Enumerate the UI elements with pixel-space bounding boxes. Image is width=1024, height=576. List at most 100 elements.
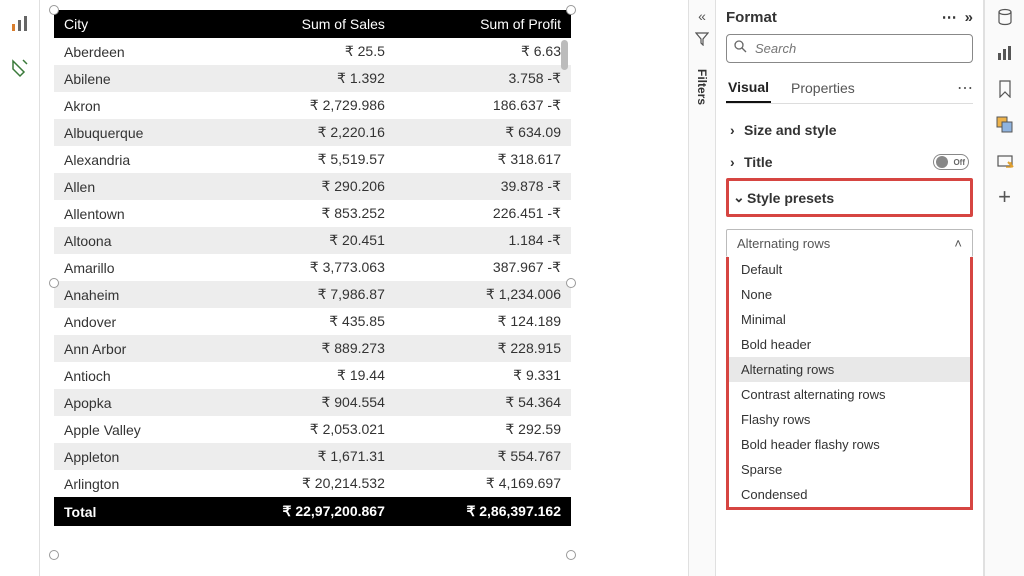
column-header[interactable]: Sum of Sales (207, 10, 395, 38)
table-row[interactable]: Akron₹ 2,729.986186.637 -₹ (54, 92, 571, 119)
data-pane-icon[interactable] (994, 6, 1016, 28)
tab-visual[interactable]: Visual (726, 73, 771, 103)
table-cell: Antioch (54, 362, 207, 389)
tab-properties[interactable]: Properties (789, 74, 857, 102)
preset-option[interactable]: Alternating rows (729, 357, 970, 382)
bookmarks-pane-icon[interactable] (994, 78, 1016, 100)
table-cell: Altoona (54, 227, 207, 254)
section-label: Title (744, 154, 773, 170)
table-row[interactable]: Ann Arbor₹ 889.273₹ 228.915 (54, 335, 571, 362)
table-row[interactable]: Altoona₹ 20.4511.184 -₹ (54, 227, 571, 254)
resize-handle[interactable] (566, 278, 576, 288)
style-preset-dropdown[interactable]: Alternating rows ˄ (726, 229, 973, 257)
table-cell: Andover (54, 308, 207, 335)
preset-option[interactable]: Condensed (729, 482, 970, 507)
section-style-presets[interactable]: ⌄ Style presets (729, 181, 970, 214)
resize-handle[interactable] (566, 550, 576, 560)
table-row[interactable]: Alexandria₹ 5,519.57₹ 318.617 (54, 146, 571, 173)
table-cell: 226.451 -₹ (395, 200, 571, 227)
resize-handle[interactable] (49, 278, 59, 288)
preset-option[interactable]: Minimal (729, 307, 970, 332)
table-row[interactable]: Apopka₹ 904.554₹ 54.364 (54, 389, 571, 416)
section-size-and-style[interactable]: › Size and style (726, 114, 973, 146)
preset-option[interactable]: Flashy rows (729, 407, 970, 432)
table-row[interactable]: Anaheim₹ 7,986.87₹ 1,234.006 (54, 281, 571, 308)
table-cell: Akron (54, 92, 207, 119)
selection-pane-icon[interactable] (994, 114, 1016, 136)
table-row[interactable]: Allentown₹ 853.252226.451 -₹ (54, 200, 571, 227)
resize-handle[interactable] (49, 5, 59, 15)
table-row[interactable]: Albuquerque₹ 2,220.16₹ 634.09 (54, 119, 571, 146)
chevron-up-icon: ˄ (954, 236, 962, 251)
table-cell: ₹ 2,053.021 (207, 416, 395, 443)
table-cell: ₹ 54.364 (395, 389, 571, 416)
table-row[interactable]: Amarillo₹ 3,773.063387.967 -₹ (54, 254, 571, 281)
table-cell: ₹ 554.767 (395, 443, 571, 470)
table-cell: ₹ 292.59 (395, 416, 571, 443)
table-cell: Alexandria (54, 146, 207, 173)
preset-option[interactable]: None (729, 282, 970, 307)
visualizations-pane-icon[interactable] (994, 42, 1016, 64)
section-label: Size and style (744, 122, 837, 138)
table-row[interactable]: Appleton₹ 1,671.31₹ 554.767 (54, 443, 571, 470)
table-cell: ₹ 5,519.57 (207, 146, 395, 173)
table-cell: 3.758 -₹ (395, 65, 571, 92)
table-cell: ₹ 2,220.16 (207, 119, 395, 146)
table-cell: Aberdeen (54, 38, 207, 65)
chevron-right-icon: › (730, 122, 744, 138)
collapse-pane-icon[interactable]: » (965, 9, 973, 26)
table-cell: ₹ 9.331 (395, 362, 571, 389)
table-visual[interactable]: City Sum of Sales Sum of Profit Aberdeen… (54, 10, 571, 555)
table-cell: Anaheim (54, 281, 207, 308)
table-row[interactable]: Allen₹ 290.20639.878 -₹ (54, 173, 571, 200)
table-cell: ₹ 1,234.006 (395, 281, 571, 308)
title-toggle[interactable]: Off (933, 154, 969, 170)
table-cell: Appleton (54, 443, 207, 470)
table-cell: ₹ 4,169.697 (395, 470, 571, 497)
table-cell: 387.967 -₹ (395, 254, 571, 281)
table-cell: Amarillo (54, 254, 207, 281)
preset-option[interactable]: Bold header (729, 332, 970, 357)
table-cell: ₹ 7,986.87 (207, 281, 395, 308)
table-cell: ₹ 228.915 (395, 335, 571, 362)
preset-option[interactable]: Sparse (729, 457, 970, 482)
chevron-down-icon: ⌄ (733, 189, 747, 206)
table-cell: ₹ 6.63 (395, 38, 571, 65)
column-header[interactable]: Sum of Profit (395, 10, 571, 38)
table-cell: ₹ 1.392 (207, 65, 395, 92)
table-cell: 1.184 -₹ (395, 227, 571, 254)
table-scrollbar[interactable] (561, 40, 568, 70)
table-cell: ₹ 2,729.986 (207, 92, 395, 119)
table-cell: Apopka (54, 389, 207, 416)
add-pane-icon[interactable]: + (994, 186, 1016, 208)
table-cell: ₹ 290.206 (207, 173, 395, 200)
table-cell: Apple Valley (54, 416, 207, 443)
preset-option[interactable]: Contrast alternating rows (729, 382, 970, 407)
column-header[interactable]: City (54, 10, 207, 38)
preset-option[interactable]: Default (729, 257, 970, 282)
more-options-icon[interactable]: ⋯ (942, 8, 957, 26)
format-painter-icon[interactable] (4, 52, 36, 84)
resize-handle[interactable] (49, 550, 59, 560)
more-tabs-icon[interactable]: ⋯ (957, 78, 973, 98)
total-sales: ₹ 22,97,200.867 (207, 497, 395, 526)
table-row[interactable]: Arlington₹ 20,214.532₹ 4,169.697 (54, 470, 571, 497)
table-row[interactable]: Antioch₹ 19.44₹ 9.331 (54, 362, 571, 389)
filter-funnel-icon[interactable] (695, 32, 709, 51)
section-title[interactable]: › Title Off (726, 146, 973, 178)
table-cell: ₹ 1,671.31 (207, 443, 395, 470)
table-cell: ₹ 318.617 (395, 146, 571, 173)
filters-pane-label[interactable]: Filters (695, 69, 709, 105)
table-row[interactable]: Apple Valley₹ 2,053.021₹ 292.59 (54, 416, 571, 443)
table-row[interactable]: Aberdeen₹ 25.5₹ 6.63 (54, 38, 571, 65)
sync-slicers-icon[interactable] (994, 150, 1016, 172)
table-cell: 186.637 -₹ (395, 92, 571, 119)
visualizations-icon[interactable] (4, 8, 36, 40)
table-header-row: City Sum of Sales Sum of Profit (54, 10, 571, 38)
resize-handle[interactable] (566, 5, 576, 15)
expand-filters-icon[interactable]: « (698, 8, 706, 24)
table-row[interactable]: Abilene₹ 1.3923.758 -₹ (54, 65, 571, 92)
table-row[interactable]: Andover₹ 435.85₹ 124.189 (54, 308, 571, 335)
preset-option[interactable]: Bold header flashy rows (729, 432, 970, 457)
search-input[interactable] (726, 34, 973, 63)
